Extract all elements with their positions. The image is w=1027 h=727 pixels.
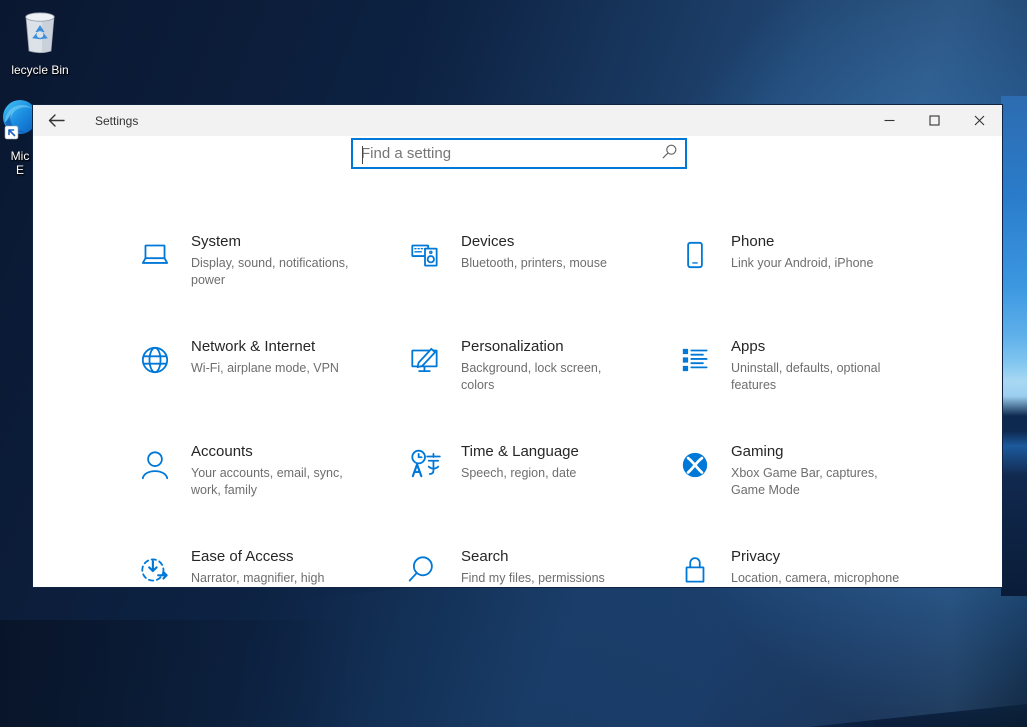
- tile-gaming[interactable]: Gaming Xbox Game Bar, captures, Game Mod…: [673, 441, 935, 517]
- tile-ease-of-access[interactable]: Ease of Access Narrator, magnifier, high: [133, 546, 395, 588]
- phone-icon: [673, 233, 717, 277]
- tile-title: Network & Internet: [191, 338, 367, 355]
- tile-subtitle: Narrator, magnifier, high: [191, 570, 367, 587]
- globe-icon: [133, 338, 177, 382]
- personalization-icon: [403, 338, 447, 382]
- devices-icon: [403, 233, 447, 277]
- xbox-icon: [673, 443, 717, 487]
- apps-icon: [673, 338, 717, 382]
- edge-label-line2: E: [16, 163, 24, 177]
- minimize-icon: [884, 115, 895, 126]
- tile-accounts[interactable]: Accounts Your accounts, email, sync, wor…: [133, 441, 395, 517]
- recycle-bin-label: lecycle Bin: [11, 63, 68, 77]
- settings-window: Settings: [32, 104, 1003, 588]
- recycle-bin-desktop-icon[interactable]: lecycle Bin: [0, 8, 80, 77]
- tile-title: Devices: [461, 233, 637, 250]
- minimize-button[interactable]: [867, 105, 912, 136]
- tile-title: Accounts: [191, 443, 367, 460]
- edge-label-line1: Mic: [11, 149, 30, 163]
- time-language-icon: [403, 443, 447, 487]
- tile-subtitle: Your accounts, email, sync, work, family: [191, 465, 367, 499]
- person-icon: [133, 443, 177, 487]
- tile-subtitle: Wi-Fi, airplane mode, VPN: [191, 360, 367, 377]
- wallpaper-shadow: [0, 620, 540, 727]
- tile-title: Privacy: [731, 548, 907, 565]
- tile-system[interactable]: System Display, sound, notifications, po…: [133, 231, 395, 307]
- tile-title: Phone: [731, 233, 907, 250]
- maximize-icon: [929, 115, 940, 126]
- search-tile-icon: [403, 548, 447, 588]
- tile-title: Personalization: [461, 338, 637, 355]
- close-button[interactable]: [957, 105, 1002, 136]
- recycle-bin-icon: [18, 8, 62, 59]
- maximize-button[interactable]: [912, 105, 957, 136]
- tile-time-language[interactable]: Time & Language Speech, region, date: [403, 441, 665, 517]
- tile-phone[interactable]: Phone Link your Android, iPhone: [673, 231, 935, 307]
- tile-subtitle: Uninstall, defaults, optional features: [731, 360, 907, 394]
- tile-title: System: [191, 233, 367, 250]
- tile-subtitle: Background, lock screen, colors: [461, 360, 637, 394]
- tile-title: Gaming: [731, 443, 907, 460]
- tile-subtitle: Display, sound, notifications, power: [191, 255, 367, 289]
- tile-personalization[interactable]: Personalization Background, lock screen,…: [403, 336, 665, 412]
- find-a-setting-searchbox[interactable]: [351, 138, 687, 169]
- back-button[interactable]: [33, 105, 79, 136]
- tile-subtitle: Xbox Game Bar, captures, Game Mode: [731, 465, 907, 499]
- tile-title: Search: [461, 548, 637, 565]
- ease-of-access-icon: [133, 548, 177, 588]
- text-caret: [362, 146, 363, 164]
- tile-subtitle: Speech, region, date: [461, 465, 637, 482]
- close-icon: [974, 115, 985, 126]
- tile-title: Ease of Access: [191, 548, 367, 565]
- back-arrow-icon: [48, 114, 65, 127]
- lock-icon: [673, 548, 717, 588]
- tile-title: Time & Language: [461, 443, 637, 460]
- tile-privacy[interactable]: Privacy Location, camera, microphone: [673, 546, 935, 588]
- titlebar: Settings: [33, 105, 1002, 136]
- search-magnifier-icon: [662, 144, 677, 164]
- tile-apps[interactable]: Apps Uninstall, defaults, optional featu…: [673, 336, 935, 412]
- search-input[interactable]: [353, 145, 662, 162]
- tile-search[interactable]: Search Find my files, permissions: [403, 546, 665, 588]
- tile-devices[interactable]: Devices Bluetooth, printers, mouse: [403, 231, 665, 307]
- tile-title: Apps: [731, 338, 907, 355]
- tile-subtitle: Link your Android, iPhone: [731, 255, 907, 272]
- tile-subtitle: Find my files, permissions: [461, 570, 637, 587]
- tile-subtitle: Location, camera, microphone: [731, 570, 907, 587]
- window-title: Settings: [95, 114, 138, 128]
- tile-subtitle: Bluetooth, printers, mouse: [461, 255, 637, 272]
- tile-network-internet[interactable]: Network & Internet Wi-Fi, airplane mode,…: [133, 336, 395, 412]
- laptop-icon: [133, 233, 177, 277]
- wallpaper-light-band: [1001, 96, 1027, 596]
